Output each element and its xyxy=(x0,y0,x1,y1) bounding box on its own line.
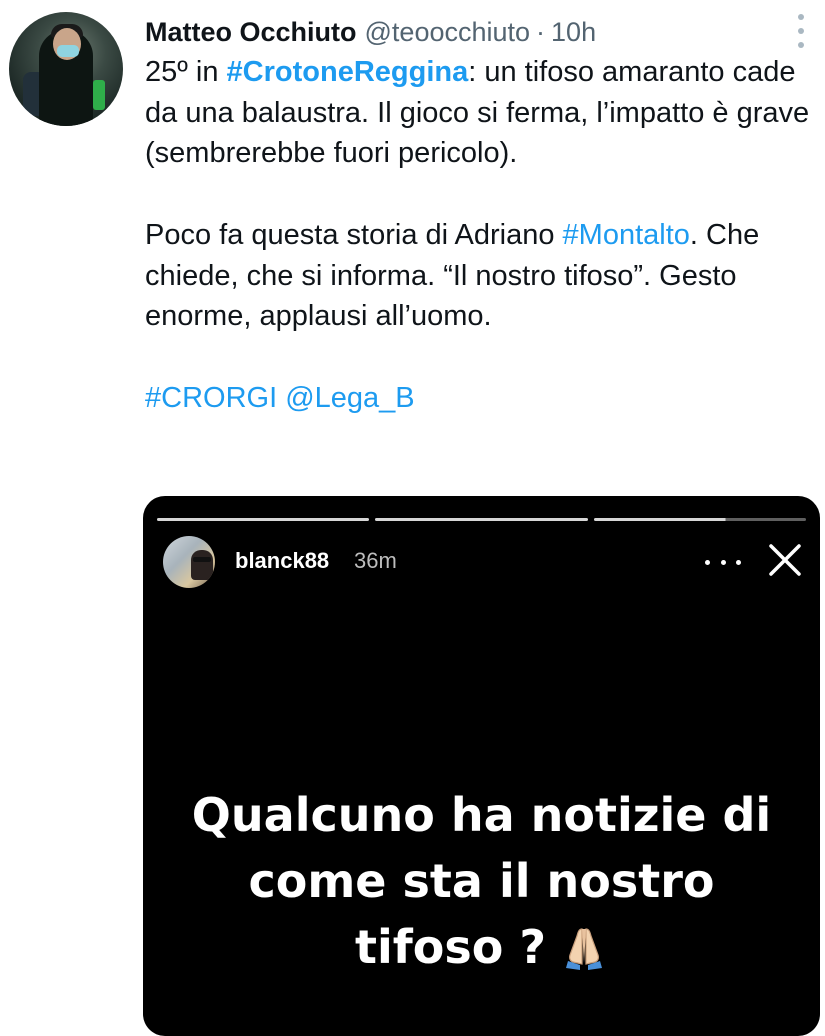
story-line-1: Qualcuno ha notizie di xyxy=(191,788,772,842)
folded-hands-icon xyxy=(566,928,603,970)
tweet-paragraph-3: #CRORGI @Lega_B xyxy=(145,378,820,419)
tweet-text: 25º in #CrotoneReggina: un tifoso amaran… xyxy=(145,52,820,418)
story-close-icon xyxy=(769,544,801,576)
tweet-paragraph-2: Poco fa questa storia di Adriano #Montal… xyxy=(145,215,820,337)
story-more-icon xyxy=(705,554,741,570)
story-line-3-text: tifoso ? xyxy=(354,920,547,974)
hashtag-montalto[interactable]: #Montalto xyxy=(563,219,690,251)
author-handle[interactable]: @teoocchiuto xyxy=(365,17,531,48)
story-line-2: come sta il nostro xyxy=(248,854,715,908)
mention-lega-b[interactable]: @Lega_B xyxy=(285,382,414,414)
tweet-media-image[interactable]: blanck88 36m Qualcuno ha notizie di come… xyxy=(143,496,820,1036)
story-username: blanck88 xyxy=(235,548,330,573)
story-avatar xyxy=(163,536,215,588)
hashtag-crorgi[interactable]: #CRORGI xyxy=(145,382,277,414)
story-time: 36m xyxy=(354,548,397,573)
text-span xyxy=(277,382,285,414)
text-span: Poco fa questa storia di Adriano xyxy=(145,218,563,251)
story-progress-bar xyxy=(157,518,806,521)
more-options-icon[interactable] xyxy=(790,14,812,48)
story-text: Qualcuno ha notizie di come sta il nostr… xyxy=(143,782,820,980)
hashtag-crotonereggina[interactable]: #CrotoneReggina xyxy=(227,56,469,88)
author-name[interactable]: Matteo Occhiuto xyxy=(145,17,357,48)
tweet-timestamp[interactable]: 10h xyxy=(551,17,596,48)
author-avatar[interactable] xyxy=(9,12,123,126)
text-span: 25º in xyxy=(145,56,227,88)
tweet-paragraph-1: 25º in #CrotoneReggina: un tifoso amaran… xyxy=(145,52,820,174)
story-line-3: tifoso ? xyxy=(143,914,820,980)
header-separator: · xyxy=(536,16,546,47)
tweet-header: Matteo Occhiuto @teoocchiuto · 10h xyxy=(145,10,596,54)
